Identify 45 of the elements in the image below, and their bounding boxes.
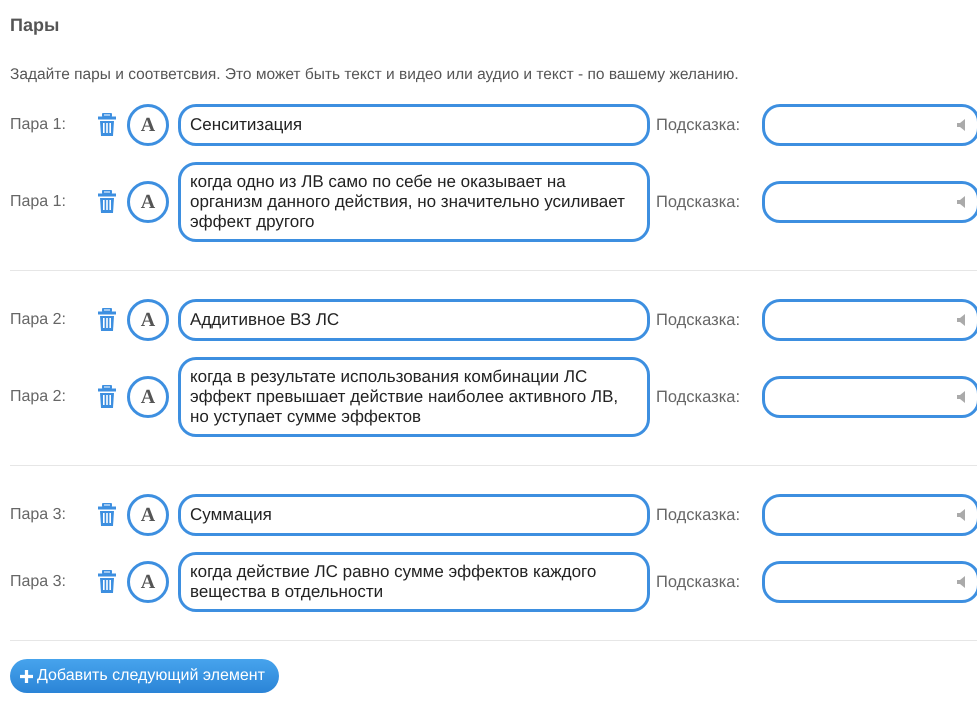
speaker-icon — [957, 196, 965, 208]
text-format-button[interactable]: A — [127, 376, 169, 418]
hint-label: Подсказка: — [656, 192, 742, 212]
hint-label: Подсказка: — [656, 388, 742, 406]
hint-field[interactable] — [762, 104, 977, 146]
text-format-button[interactable]: A — [127, 181, 169, 223]
text-format-button[interactable]: A — [127, 494, 169, 536]
speaker-icon — [957, 119, 965, 131]
hint-label: Подсказка: — [656, 310, 742, 330]
input-field[interactable]: когда в результате использования комбинации ЛС эффект превышает действие наиболее активного ЛВ, но уступает сумме эффектов — [178, 357, 650, 437]
trash-icon[interactable] — [97, 503, 117, 527]
section-title: Пары — [10, 15, 60, 36]
pair-label: Пара 3: — [10, 573, 67, 591]
pair-label: Пара 2: — [10, 388, 67, 406]
hint-field[interactable] — [762, 494, 977, 536]
pair-label: Пара 3: — [10, 506, 67, 524]
speaker-icon — [957, 391, 965, 403]
pair-label: Пара 1: — [10, 193, 67, 211]
hint-field[interactable] — [762, 299, 977, 341]
trash-icon[interactable] — [97, 190, 117, 214]
speaker-icon — [957, 576, 965, 588]
hint-field[interactable] — [762, 376, 977, 418]
description: Задайте пары и соответсвия. Это может быть текст и видео или аудио и текст - по вашему желанию. — [10, 66, 740, 84]
text-format-button[interactable]: A — [127, 561, 169, 603]
input-field[interactable]: Сенситизация — [178, 104, 650, 146]
hint-field[interactable] — [762, 181, 977, 223]
trash-icon[interactable] — [97, 308, 117, 332]
input-field[interactable]: когда одно из ЛВ само по себе не оказывает на организм данного действия, но значительно усиливает эффект другого — [178, 162, 650, 242]
plus-icon — [20, 670, 33, 682]
trash-icon[interactable] — [97, 385, 117, 409]
input-field[interactable]: Аддитивное ВЗ ЛС — [178, 299, 650, 341]
pair-label: Пара 2: — [10, 311, 67, 329]
hint-label: Подсказка: — [656, 116, 742, 134]
trash-icon[interactable] — [97, 570, 117, 594]
text-format-button[interactable]: A — [127, 104, 169, 146]
speaker-icon — [957, 509, 965, 521]
trash-icon[interactable] — [97, 113, 117, 137]
hint-field[interactable] — [762, 561, 977, 603]
hint-label: Подсказка: — [656, 506, 742, 524]
text-format-button[interactable]: A — [127, 299, 169, 341]
speaker-icon — [957, 314, 965, 326]
input-field[interactable]: когда действие ЛС равно сумме эффектов каждого вещества в отдельности — [178, 552, 650, 612]
input-field[interactable]: Суммация — [178, 494, 650, 536]
pair-label: Пара 1: — [10, 116, 67, 134]
hint-label: Подсказка: — [656, 572, 742, 592]
